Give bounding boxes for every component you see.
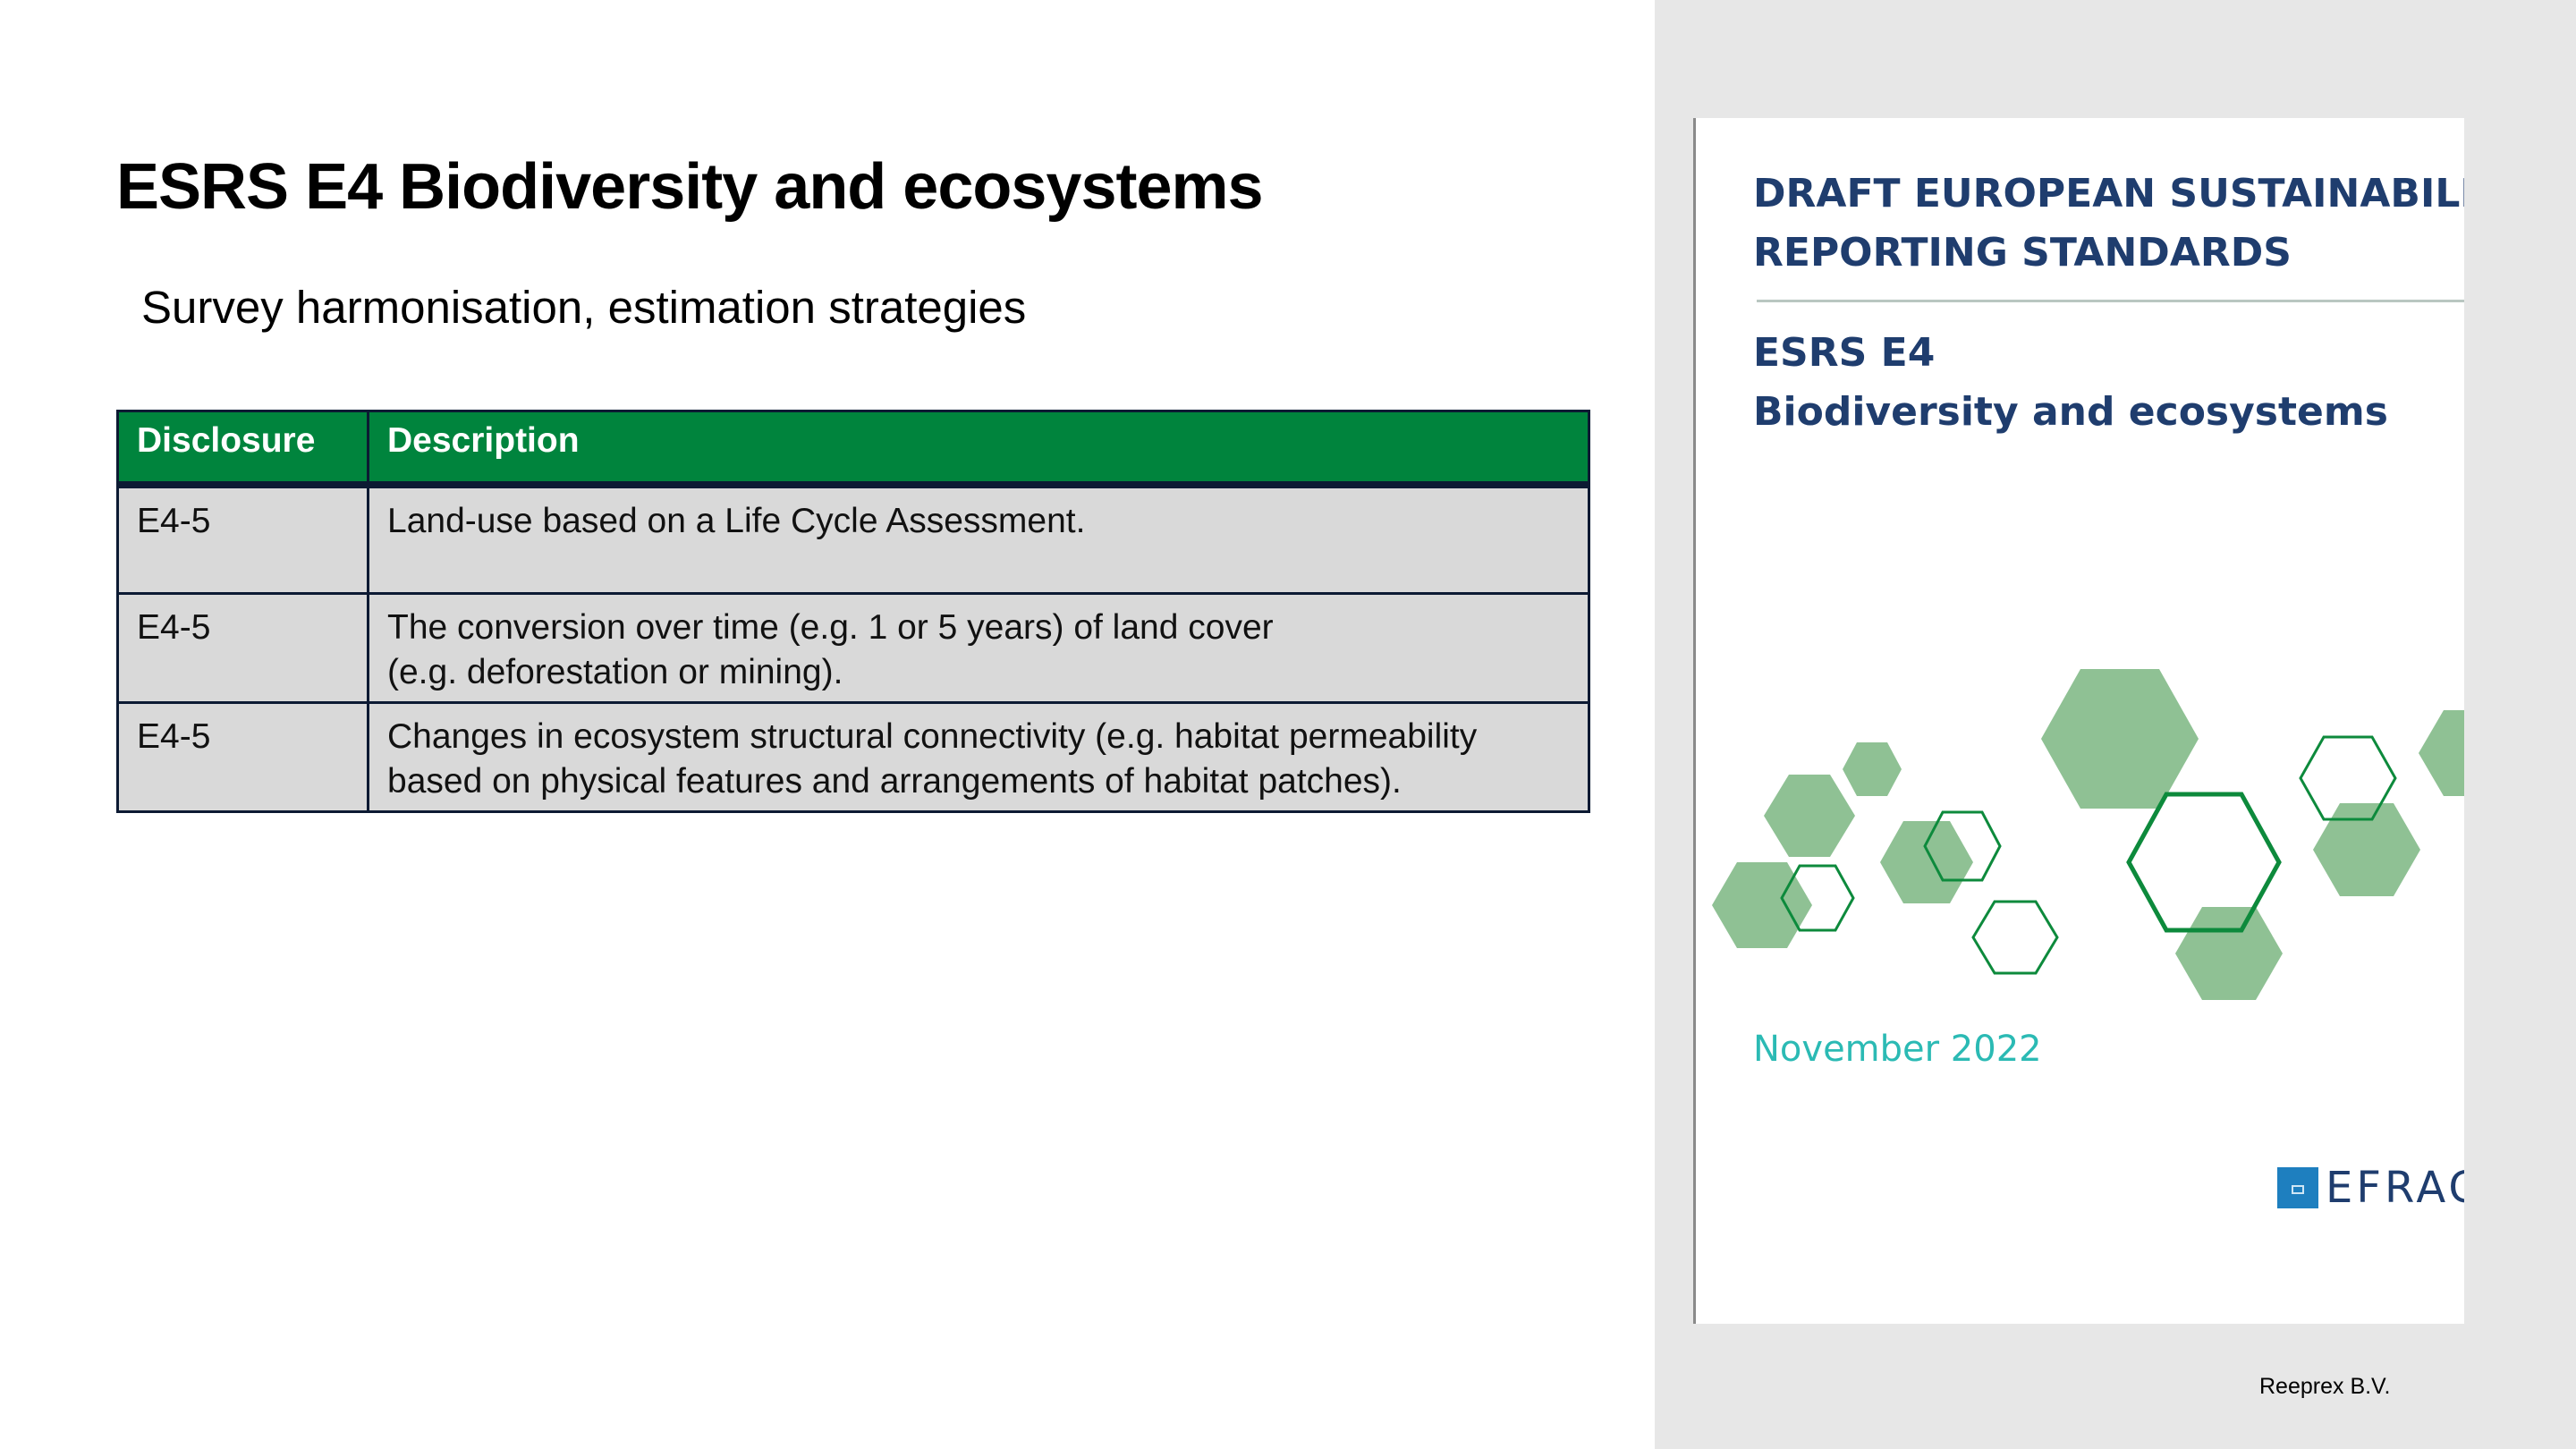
description-cell: The conversion over time (e.g. 1 or 5 ye… (367, 592, 1590, 704)
description-cell: Land-use based on a Life Cycle Assessmen… (367, 483, 1590, 595)
cover-standard: ESRS E4 Biodiversity and ecosystems (1753, 324, 2388, 442)
cover-heading-line: REPORTING STANDARDS (1753, 230, 2292, 275)
hexagon-shape (2313, 803, 2420, 896)
cover-heading-line: DRAFT EUROPEAN SUSTAINABILITY (1753, 171, 2464, 216)
efrag-logo-text: EFRAG (2326, 1163, 2464, 1213)
slide-title: ESRS E4 Biodiversity and ecosystems (116, 151, 1264, 223)
hexagon-shape (2175, 907, 2283, 1000)
slide-subtitle: Survey harmonisation, estimation strateg… (141, 282, 1027, 333)
table-row: E4-5 Changes in ecosystem structural con… (116, 701, 1590, 813)
hexagon-shape (1880, 821, 1973, 903)
header-description: Description (367, 410, 1590, 488)
cover-heading: DRAFT EUROPEAN SUSTAINABILITY REPORTING … (1753, 165, 2464, 283)
disclosure-table: Disclosure Description E4-5 Land-use bas… (116, 410, 1590, 813)
hexagon-shape (1712, 862, 1812, 948)
slide: ESRS E4 Biodiversity and ecosystems Surv… (0, 0, 2576, 1449)
efrag-logo-icon (2277, 1167, 2318, 1208)
hexagon-graphic (1712, 669, 2464, 1000)
disclosure-cell: E4-5 (116, 592, 369, 704)
description-line: (e.g. deforestation or mining). (387, 653, 843, 691)
table-header-row: Disclosure Description (116, 410, 1590, 488)
description-line: Changes in ecosystem structural connecti… (387, 717, 1478, 756)
hexagon-shape (1764, 775, 1855, 857)
disclosure-cell: E4-5 (116, 701, 369, 813)
footer-company: Reeprex B.V. (2259, 1374, 2391, 1399)
description-line: based on physical features and arrangeme… (387, 762, 1402, 801)
table-row: E4-5 The conversion over time (e.g. 1 or… (116, 592, 1590, 704)
hexagon-shape (1843, 742, 1902, 796)
filled-hexagons (1712, 669, 2464, 1000)
cover-divider (1757, 300, 2464, 302)
cover-standard-name: Biodiversity and ecosystems (1753, 389, 2388, 435)
header-disclosure: Disclosure (116, 410, 369, 488)
table-row: E4-5 Land-use based on a Life Cycle Asse… (116, 483, 1590, 595)
description-cell: Changes in ecosystem structural connecti… (367, 701, 1590, 813)
description-line: Land-use based on a Life Cycle Assessmen… (387, 501, 1086, 540)
hexagon-shape (2041, 669, 2199, 809)
cover-standard-code: ESRS E4 (1753, 330, 1936, 376)
cover-date: November 2022 (1753, 1029, 2042, 1070)
report-cover: DRAFT EUROPEAN SUSTAINABILITY REPORTING … (1693, 118, 2464, 1324)
hexagon-outline (1971, 900, 2059, 975)
disclosure-cell: E4-5 (116, 483, 369, 595)
description-line: The conversion over time (e.g. 1 or 5 ye… (387, 608, 1274, 647)
efrag-logo: EFRAG (2277, 1163, 2464, 1213)
